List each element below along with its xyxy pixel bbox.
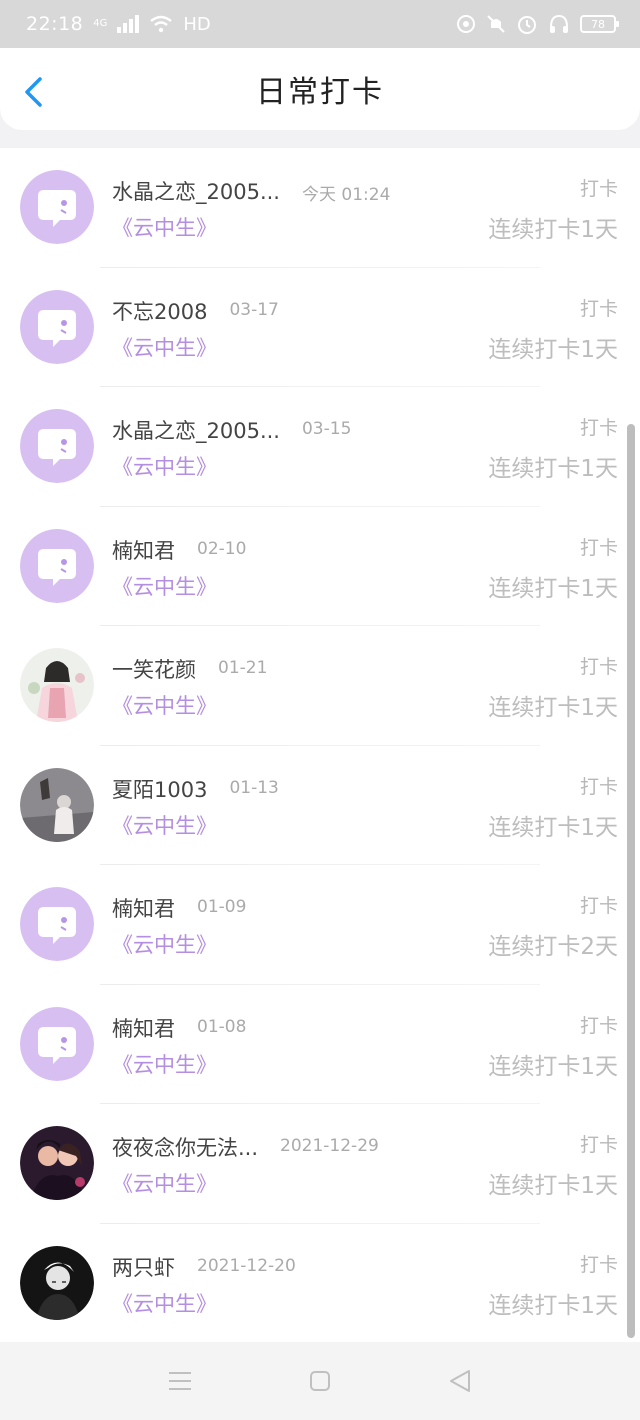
eye-icon [457, 15, 475, 33]
streak-count: 连续打卡1天 [488, 575, 618, 602]
list-item[interactable]: 楠知君 01-09 《云中生》 打卡连续打卡2天 [0, 865, 640, 985]
signal-icon [117, 15, 140, 33]
list-item[interactable]: 水晶之恋_2005... 今天 01:24 《云中生》 打卡连续打卡1天 [0, 148, 640, 268]
page-title: 日常打卡 [256, 75, 384, 110]
checkin-action-label: 打卡 [579, 1253, 618, 1276]
book-title[interactable]: 《云中生》 [112, 929, 217, 959]
book-title[interactable]: 《云中生》 [112, 810, 217, 840]
scrollbar[interactable] [627, 424, 635, 1338]
checkin-date: 01-21 [218, 658, 268, 678]
alarm-icon [518, 16, 536, 34]
list-item[interactable]: 一笑花颜 01-21 《云中生》 打卡连续打卡1天 [0, 626, 640, 746]
checkin-date: 02-10 [197, 538, 247, 559]
back-triangle-icon [450, 1370, 470, 1392]
status-left: 22:18 4G HD [26, 13, 211, 35]
streak-count: 连续打卡1天 [488, 217, 618, 243]
book-title[interactable]: 《云中生》 [112, 332, 217, 362]
network-type: 4G [93, 18, 108, 29]
list-item[interactable]: 夏陌1003 01-13 《云中生》 打卡连续打卡1天 [0, 746, 640, 865]
checkin-date: 01-13 [229, 777, 279, 798]
list-item[interactable]: 楠知君 01-08 《云中生》 打卡连续打卡1天 [0, 985, 640, 1104]
page-header: 日常打卡 [0, 48, 640, 130]
streak-count: 连续打卡1天 [488, 1292, 618, 1319]
wifi-icon [150, 15, 173, 33]
book-title[interactable]: 《云中生》 [112, 1288, 217, 1318]
avatar[interactable] [20, 887, 94, 961]
checkin-action-label: 打卡 [579, 895, 618, 917]
streak-count: 连续打卡1天 [488, 1053, 618, 1080]
user-name[interactable]: 楠知君 [112, 893, 175, 923]
checkin-list[interactable]: 水晶之恋_2005... 今天 01:24 《云中生》 打卡 连续打卡1天 不忘2008 0… [0, 148, 640, 1343]
back-button[interactable] [440, 1361, 480, 1401]
checkin-action-label: 打卡 [579, 536, 618, 559]
status-right: 78 [456, 13, 619, 35]
book-title[interactable]: 《云中生》 [112, 1168, 217, 1198]
checkin-date: 01-09 [197, 897, 247, 917]
list-item[interactable]: 水晶之恋_2005... 03-15 《云中生》 打卡连续打卡1天 [0, 387, 640, 507]
book-title[interactable]: 《云中生》 [112, 451, 217, 481]
avatar[interactable] [20, 289, 94, 364]
streak-count: 连续打卡1天 [488, 456, 618, 482]
checkin-action-label: 打卡 [579, 1014, 618, 1037]
user-name[interactable]: 楠知君 [112, 1013, 175, 1043]
book-title[interactable]: 《云中生》 [112, 571, 217, 601]
home-square-icon [310, 1371, 330, 1391]
checkin-date: 03-15 [301, 419, 352, 439]
mute-icon [487, 15, 505, 33]
streak-count: 连续打卡2天 [488, 934, 618, 960]
checkin-action-label: 打卡 [579, 775, 618, 798]
user-name[interactable]: 不忘2008 [112, 296, 207, 326]
user-name[interactable]: 夜夜念你无法... [112, 1132, 258, 1162]
checkin-action-label: 打卡 [579, 1134, 618, 1156]
wifi-label: HD [183, 13, 211, 35]
list-item[interactable]: 不忘2008 03-17 《云中生》 打卡连续打卡1天 [0, 268, 640, 387]
checkin-date: 2021-12-20 [197, 1255, 296, 1276]
battery-level: 78 [591, 17, 605, 31]
checkin-action-label: 打卡 [579, 417, 618, 439]
avatar[interactable] [20, 767, 94, 842]
avatar[interactable] [20, 1006, 94, 1081]
avatar[interactable] [20, 648, 94, 722]
avatar[interactable] [20, 1126, 94, 1200]
user-name[interactable]: 一笑花颜 [112, 654, 196, 684]
status-time: 22:18 [26, 13, 84, 35]
user-name[interactable]: 楠知君 [112, 535, 175, 565]
checkin-action-label: 打卡 [579, 178, 618, 200]
avatar[interactable] [20, 170, 94, 244]
headphones-icon [550, 14, 568, 33]
avatar[interactable] [20, 528, 94, 603]
book-title[interactable]: 《云中生》 [112, 212, 217, 242]
battery-icon: 78 [580, 15, 619, 33]
streak-count: 连续打卡1天 [488, 814, 618, 841]
user-name[interactable]: 夏陌1003 [112, 774, 207, 804]
avatar[interactable] [20, 1245, 94, 1320]
menu-icon [169, 1372, 191, 1390]
streak-count: 连续打卡1天 [488, 695, 618, 721]
chevron-left-icon[interactable] [20, 76, 48, 108]
checkin-date: 03-17 [229, 299, 279, 320]
list-item[interactable]: 夜夜念你无法... 2021-12-29 《云中生》 打卡连续打卡1天 [0, 1104, 640, 1224]
checkin-date: 2021-12-29 [280, 1136, 379, 1156]
home-button[interactable] [300, 1361, 340, 1401]
system-nav-bar [0, 1342, 640, 1420]
menu-button[interactable] [160, 1361, 200, 1401]
checkin-action-label: 打卡 [579, 656, 618, 678]
checkin-date: 今天 01:24 [301, 185, 391, 205]
list-item[interactable]: 楠知君 02-10 《云中生》 打卡连续打卡1天 [0, 507, 640, 626]
avatar[interactable] [20, 409, 94, 483]
status-bar: 22:18 4G HD 78 [0, 0, 640, 48]
book-title[interactable]: 《云中生》 [112, 690, 217, 720]
user-name[interactable]: 水晶之恋_2005... [112, 176, 280, 206]
streak-count: 连续打卡1天 [488, 336, 618, 363]
checkin-action-label: 打卡 [579, 297, 618, 320]
user-name[interactable]: 两只虾 [112, 1252, 175, 1282]
checkin-date: 01-08 [197, 1016, 247, 1037]
user-name[interactable]: 水晶之恋_2005... [112, 415, 280, 445]
streak-count: 连续打卡1天 [488, 1173, 618, 1199]
list-item[interactable]: 两只虾 2021-12-20 《云中生》 打卡连续打卡1天 [0, 1224, 640, 1343]
book-title[interactable]: 《云中生》 [112, 1049, 217, 1079]
